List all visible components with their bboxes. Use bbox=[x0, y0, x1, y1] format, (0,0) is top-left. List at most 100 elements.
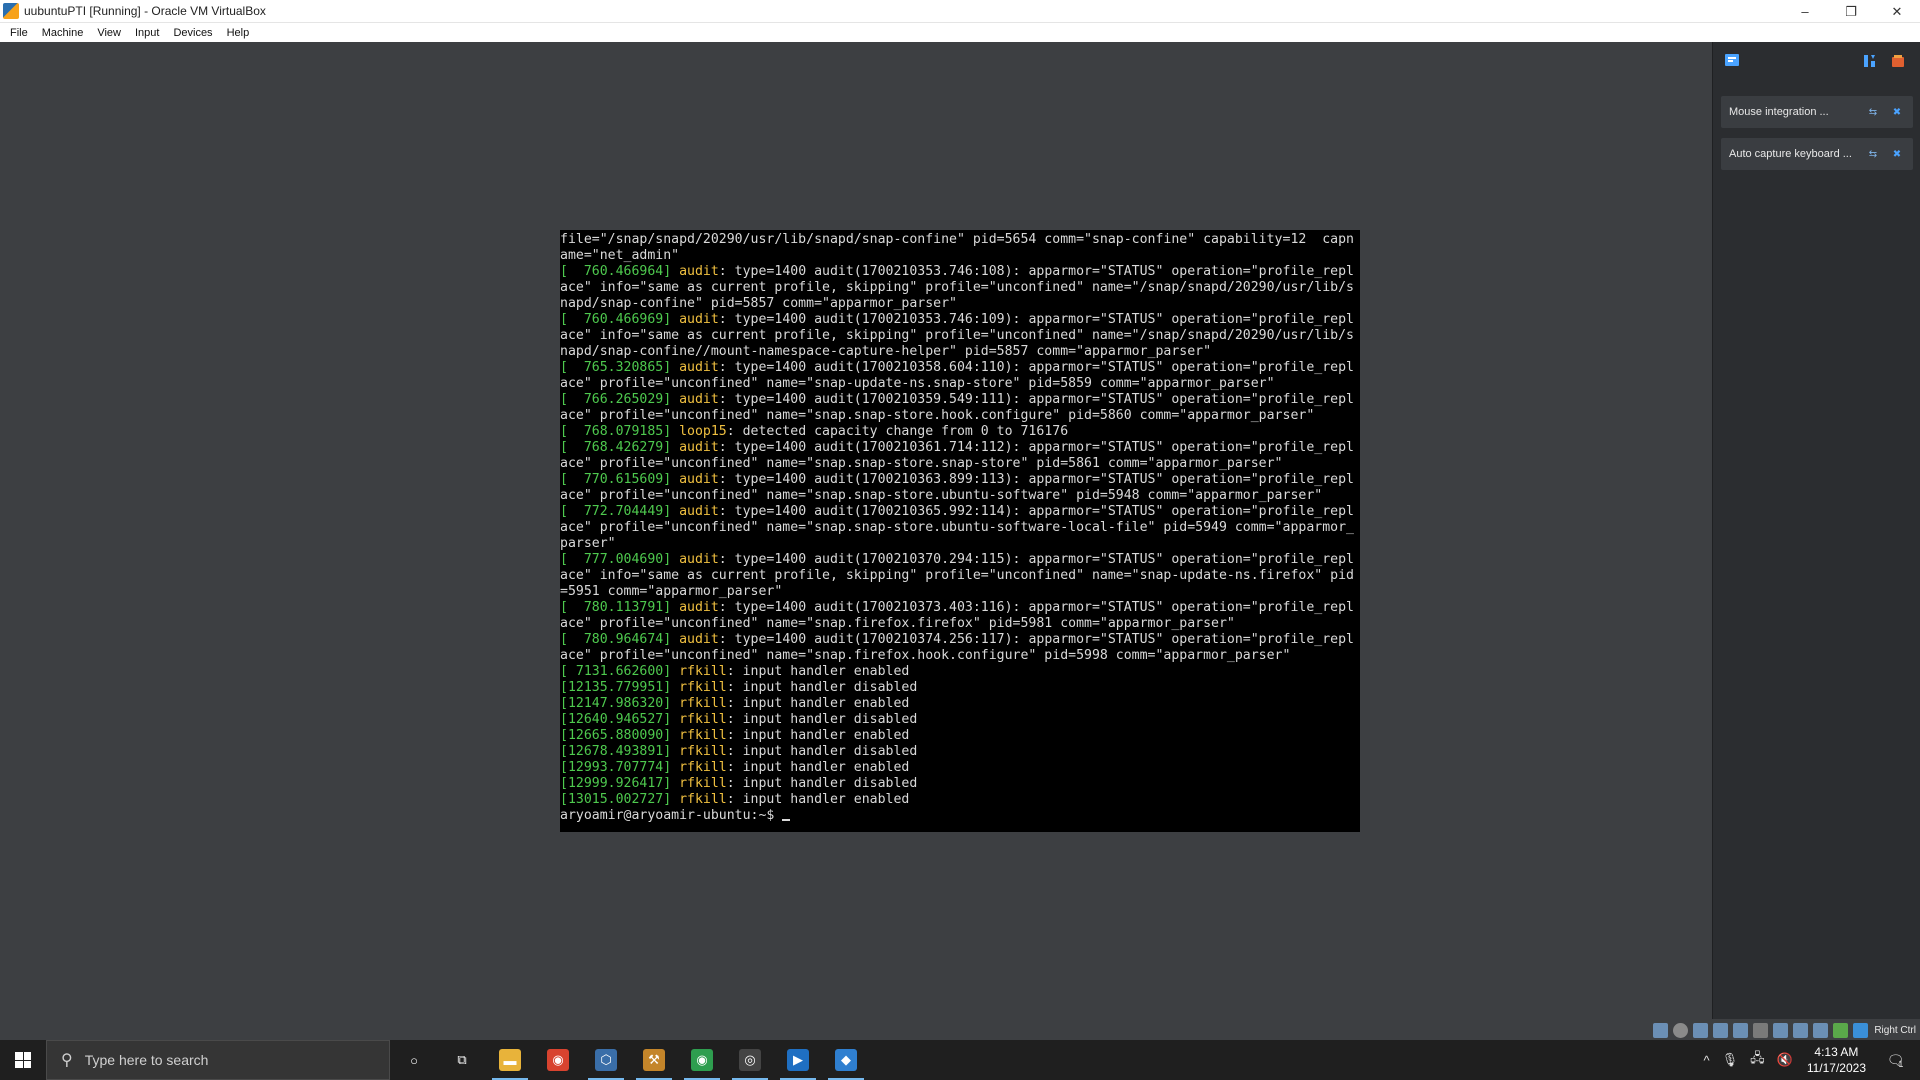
notification-text: Auto capture keyboard ... bbox=[1729, 148, 1852, 160]
terminal-line: ace" profile="unconfined" name="snap.fir… bbox=[560, 616, 1360, 632]
hard-disk-icon[interactable] bbox=[1653, 1023, 1669, 1038]
optical-drive-icon[interactable] bbox=[1673, 1023, 1689, 1038]
terminal-line: [ 765.320865] audit: type=1400 audit(170… bbox=[560, 360, 1360, 376]
task-view-icon: ⧉ bbox=[457, 1052, 467, 1067]
log-timestamp: [ 766.265029] bbox=[560, 392, 680, 407]
microphone-icon[interactable]: 🎙 bbox=[1722, 1052, 1739, 1068]
restore-button[interactable]: ❐ bbox=[1828, 0, 1874, 23]
menu-help[interactable]: Help bbox=[227, 27, 250, 39]
log-source: rfkill bbox=[679, 776, 727, 791]
terminal-line: [ 772.704449] audit: type=1400 audit(170… bbox=[560, 504, 1360, 520]
network-icon[interactable] bbox=[1713, 1023, 1729, 1038]
start-button[interactable] bbox=[0, 1040, 46, 1080]
sort-notifications-icon[interactable] bbox=[1861, 52, 1879, 70]
terminal-line: [ 760.466964] audit: type=1400 audit(170… bbox=[560, 264, 1360, 280]
shared-folders-icon[interactable] bbox=[1753, 1023, 1769, 1038]
mouse-integration-icon[interactable] bbox=[1833, 1023, 1849, 1038]
clear-notifications-icon[interactable] bbox=[1889, 52, 1907, 70]
notification-toggle-icon[interactable]: ⇆ bbox=[1865, 146, 1881, 162]
menu-view[interactable]: View bbox=[97, 27, 121, 39]
taskbar-app-obs[interactable]: ◎ bbox=[726, 1040, 774, 1080]
log-text: : type=1400 audit(1700210373.403:116): a… bbox=[718, 600, 1354, 615]
audio-icon[interactable] bbox=[1693, 1023, 1709, 1038]
keyboard-capture-icon[interactable] bbox=[1853, 1023, 1869, 1038]
usb-icon[interactable] bbox=[1733, 1023, 1749, 1038]
notification-close-icon[interactable]: ✖ bbox=[1889, 146, 1905, 162]
terminal-line: [ 768.426279] audit: type=1400 audit(170… bbox=[560, 440, 1360, 456]
terminal-line: [ 780.964674] audit: type=1400 audit(170… bbox=[560, 632, 1360, 648]
menu-input[interactable]: Input bbox=[135, 27, 159, 39]
notification-close-icon[interactable]: ✖ bbox=[1889, 104, 1905, 120]
action-center-button[interactable]: 🗨 1 bbox=[1880, 1040, 1910, 1080]
notification-mouse-integration[interactable]: Mouse integration ... ⇆ ✖ bbox=[1721, 96, 1913, 128]
volume-muted-icon[interactable]: 🔇 bbox=[1777, 1052, 1793, 1068]
close-button[interactable]: ✕ bbox=[1874, 0, 1920, 23]
log-timestamp: [12147.986320] bbox=[560, 696, 680, 711]
taskbar-app-vm-app[interactable]: ⚒ bbox=[630, 1040, 678, 1080]
log-text: : input handler enabled bbox=[726, 728, 910, 743]
video-capture-icon[interactable] bbox=[1793, 1023, 1809, 1038]
log-text: : detected capacity change from 0 to 716… bbox=[726, 424, 1069, 439]
terminal-line: ace" profile="unconfined" name="snap.fir… bbox=[560, 648, 1360, 664]
menu-devices[interactable]: Devices bbox=[173, 27, 212, 39]
file-explorer-icon: ▬ bbox=[499, 1049, 521, 1071]
log-text: : input handler disabled bbox=[726, 776, 918, 791]
log-timestamp: [12640.946527] bbox=[560, 712, 680, 727]
terminal-line: ace" info="same as current profile, skip… bbox=[560, 280, 1360, 296]
notification-auto-capture-keyboard[interactable]: Auto capture keyboard ... ⇆ ✖ bbox=[1721, 138, 1913, 170]
tray-chevron-icon[interactable]: ^ bbox=[1704, 1053, 1710, 1068]
terminal-line: napd/snap-confine" pid=5857 comm="apparm… bbox=[560, 296, 1360, 312]
taskbar-app-media-app[interactable]: ▶ bbox=[774, 1040, 822, 1080]
terminal-line: [12999.926417] rfkill: input handler dis… bbox=[560, 776, 1360, 792]
menu-file[interactable]: File bbox=[10, 27, 28, 39]
terminal-prompt-line[interactable]: aryoamir@aryoamir-ubuntu:~$ bbox=[560, 808, 1360, 824]
log-timestamp: [ 768.079185] bbox=[560, 424, 680, 439]
terminal-line: napd/snap-confine//mount-namespace-captu… bbox=[560, 344, 1360, 360]
taskbar-app-file-explorer[interactable]: ▬ bbox=[486, 1040, 534, 1080]
guest-terminal[interactable]: file="/snap/snapd/20290/usr/lib/snapd/sn… bbox=[560, 230, 1360, 832]
clock[interactable]: 4:13 AM 11/17/2023 bbox=[1807, 1044, 1866, 1076]
log-source: audit bbox=[679, 472, 719, 487]
log-text: ace" profile="unconfined" name="snap.sna… bbox=[560, 488, 1323, 503]
windows-logo-icon bbox=[15, 1052, 31, 1068]
taskbar-app-virtualbox[interactable]: ⬡ bbox=[582, 1040, 630, 1080]
notification-center-icon[interactable] bbox=[1723, 52, 1741, 70]
log-source: rfkill bbox=[679, 760, 727, 775]
network-tray-icon[interactable]: 🖧 bbox=[1750, 1049, 1765, 1071]
taskbar-app-cortana[interactable]: ○ bbox=[390, 1040, 438, 1080]
taskbar-app-chrome[interactable]: ◉ bbox=[534, 1040, 582, 1080]
terminal-line: [12640.946527] rfkill: input handler dis… bbox=[560, 712, 1360, 728]
virtualbox-icon: ⬡ bbox=[595, 1049, 617, 1071]
log-source: rfkill bbox=[679, 792, 727, 807]
log-text: =5951 comm="apparmor_parser" bbox=[560, 584, 783, 599]
taskbar-search-box[interactable]: ⚲ Type here to search bbox=[46, 1040, 390, 1080]
window-titlebar[interactable]: uubuntuPTI [Running] - Oracle VM Virtual… bbox=[0, 0, 1920, 23]
window-controls: – ❐ ✕ bbox=[1782, 0, 1920, 23]
terminal-line: [12665.880090] rfkill: input handler ena… bbox=[560, 728, 1360, 744]
log-source: audit bbox=[679, 264, 719, 279]
notification-toggle-icon[interactable]: ⇆ bbox=[1865, 104, 1881, 120]
menu-machine[interactable]: Machine bbox=[42, 27, 84, 39]
log-text: napd/snap-confine" pid=5857 comm="apparm… bbox=[560, 296, 957, 311]
taskbar-app-chrome-profile[interactable]: ◉ bbox=[678, 1040, 726, 1080]
terminal-line: ame="net_admin" bbox=[560, 248, 1360, 264]
virtualization-icon[interactable] bbox=[1813, 1023, 1829, 1038]
terminal-line: [ 760.466969] audit: type=1400 audit(170… bbox=[560, 312, 1360, 328]
shell-prompt: aryoamir@aryoamir-ubuntu:~$ bbox=[560, 808, 783, 823]
log-timestamp: [12665.880090] bbox=[560, 728, 680, 743]
terminal-line: ace" profile="unconfined" name="snap.sna… bbox=[560, 488, 1360, 504]
log-timestamp: [ 770.615609] bbox=[560, 472, 680, 487]
log-timestamp: [ 777.004690] bbox=[560, 552, 680, 567]
log-source: audit bbox=[679, 600, 719, 615]
taskbar-app-task-view[interactable]: ⧉ bbox=[438, 1040, 486, 1080]
vm-display[interactable]: file="/snap/snapd/20290/usr/lib/snapd/sn… bbox=[0, 42, 1712, 1042]
log-text: : type=1400 audit(1700210374.256:117): a… bbox=[718, 632, 1354, 647]
terminal-line: parser" bbox=[560, 536, 1360, 552]
terminal-line: ace" profile="unconfined" name="snap.sna… bbox=[560, 408, 1360, 424]
terminal-line: [12135.779951] rfkill: input handler dis… bbox=[560, 680, 1360, 696]
notification-count: 1 bbox=[1898, 1059, 1904, 1069]
minimize-button[interactable]: – bbox=[1782, 0, 1828, 23]
taskbar-app-vm-window[interactable]: ◆ bbox=[822, 1040, 870, 1080]
log-text: : type=1400 audit(1700210365.992:114): a… bbox=[718, 504, 1354, 519]
display-icon[interactable] bbox=[1773, 1023, 1789, 1038]
